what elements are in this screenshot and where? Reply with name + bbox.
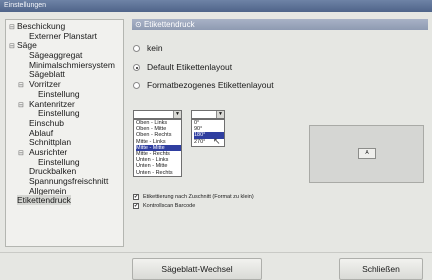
- radio-default-layout[interactable]: Default Etikettenlayout: [133, 62, 232, 73]
- panel-header-title: Etikettendruck: [143, 20, 195, 29]
- angle-dropdown[interactable]: ▼: [191, 110, 225, 119]
- radio-kein-circle[interactable]: [133, 45, 140, 52]
- settings-tree[interactable]: ⊟ Beschickung Externer Planstart ⊟ Säge Sägea…: [5, 19, 124, 247]
- panel-header-icon: ⊙: [135, 20, 142, 29]
- mouse-cursor-icon: ↖: [213, 136, 221, 146]
- footer-divider: [0, 252, 432, 253]
- position-dropdown[interactable]: ▼: [133, 110, 182, 119]
- tree-item-label: Schnittplan: [29, 137, 72, 148]
- checkbox-label-after-cut[interactable]: ✔ Etikettierung nach Zuschnitt (Format z…: [133, 193, 254, 201]
- tree-item-label: Allgemein: [29, 185, 67, 196]
- chevron-down-icon[interactable]: ▼: [216, 111, 224, 118]
- tree-item-label: Beschickung: [17, 21, 66, 31]
- radio-kein[interactable]: kein: [133, 43, 163, 54]
- checkbox-barcode-scan[interactable]: ✔ Kontrollscan Barcode: [133, 202, 195, 210]
- tree-item[interactable]: Einschub: [6, 117, 123, 129]
- window-title: Einstellungen: [0, 0, 432, 12]
- checkbox-label-after-cut-box[interactable]: ✔: [133, 194, 139, 200]
- tree-item-label: Ausrichter: [29, 146, 68, 157]
- radio-format-layout-circle[interactable]: [133, 82, 140, 89]
- radio-default-layout-circle[interactable]: [133, 64, 140, 71]
- tree-item-label: Vorritzer: [29, 79, 61, 90]
- position-listbox[interactable]: Oben - Links Oben - Mitte Oben - Rechts Mit…: [133, 119, 182, 177]
- tree-item[interactable]: Etikettendruck: [6, 195, 123, 206]
- radio-format-layout[interactable]: Formatbezogenes Etikettenlayout: [133, 80, 274, 91]
- tree-item-label: Etikettendruck: [17, 195, 71, 206]
- checkbox-barcode-scan-label: Kontrollscan Barcode: [143, 203, 196, 209]
- tree-item-label: Säge: [17, 40, 37, 51]
- tree-item-label: Sägeblatt: [29, 69, 65, 80]
- tree-item-label: Einstellung: [38, 156, 80, 167]
- tree-item[interactable]: Einstellung: [6, 108, 123, 119]
- radio-default-layout-label: Default Etikettenlayout: [147, 62, 233, 72]
- position-option[interactable]: Unten - Rechts: [136, 170, 181, 176]
- close-button[interactable]: Schließen: [339, 258, 423, 280]
- tree-item-label: Kantenritzer: [29, 98, 75, 109]
- checkbox-label-after-cut-label: Etikettierung nach Zuschnitt (Format zu …: [143, 194, 254, 200]
- tree-item-label: Externer Planstart: [29, 30, 98, 41]
- tree-item-label: Druckbalken: [29, 166, 77, 177]
- tree-item-label: Spannungsfreischnitt: [29, 176, 109, 186]
- tree-item-label: Minimalschmiersystem: [29, 59, 115, 70]
- panel-header: ⊙ Etikettendruck: [132, 19, 428, 30]
- tree-item[interactable]: Sägeblatt: [6, 70, 123, 80]
- tree-item-label: Einstellung: [38, 88, 80, 99]
- radio-format-layout-label: Formatbezogenes Etikettenlayout: [147, 80, 274, 90]
- tree-item-label: Sägeaggregat: [29, 50, 83, 61]
- chevron-down-icon[interactable]: ▼: [173, 111, 181, 118]
- checkbox-barcode-scan-box[interactable]: ✔: [133, 203, 139, 209]
- label-preview: A: [309, 125, 424, 183]
- saw-blade-change-button[interactable]: Sägeblatt-Wechsel: [132, 258, 262, 280]
- radio-kein-label: kein: [147, 43, 163, 53]
- tree-item-label: Ablauf: [29, 127, 54, 138]
- tree-item-label: Einstellung: [38, 108, 80, 119]
- tree-item-label: Einschub: [29, 117, 64, 128]
- label-preview-marker[interactable]: A: [358, 148, 376, 159]
